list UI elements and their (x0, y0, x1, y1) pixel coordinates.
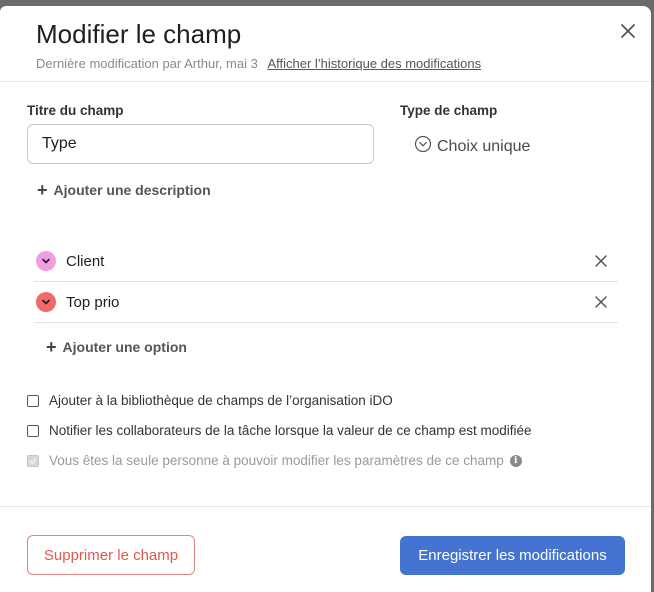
chevron-down-icon[interactable] (36, 251, 56, 271)
library-checkbox[interactable] (27, 394, 39, 407)
field-title-input[interactable] (27, 124, 374, 164)
option-label: Top prio (66, 293, 120, 311)
chevron-down-icon[interactable] (36, 292, 56, 312)
save-changes-button[interactable]: Enregistrer les modifications (400, 536, 625, 575)
last-modified-text: Dernière modification par Arthur, mai 3 (36, 56, 258, 71)
field-type-label: Type de champ (400, 103, 498, 118)
add-description-button[interactable]: + Ajouter une description (37, 181, 211, 199)
notify-checkbox[interactable] (27, 424, 39, 437)
history-link[interactable]: Afficher l’historique des modifications (267, 56, 481, 71)
options-list: Client Top prio (34, 241, 618, 323)
only-you-checkbox-row: Vous êtes la seule personne à pouvoir mo… (27, 453, 522, 468)
delete-field-button[interactable]: Supprimer le champ (27, 535, 195, 575)
add-option-label: Ajouter une option (62, 339, 187, 355)
option-row-client: Client (34, 241, 618, 282)
close-icon[interactable] (594, 295, 608, 309)
edit-field-dialog: Modifier le champ Dernière modification … (0, 6, 651, 592)
only-you-checkbox-label: Vous êtes la seule personne à pouvoir mo… (49, 453, 504, 468)
plus-icon: + (46, 337, 57, 357)
plus-icon: + (37, 180, 48, 200)
notify-checkbox-row: Notifier les collaborateurs de la tâche … (27, 423, 532, 438)
field-type-value: Choix unique (437, 137, 531, 155)
dialog-header: Modifier le champ Dernière modification … (0, 6, 651, 82)
info-icon[interactable]: i (509, 454, 522, 467)
only-you-checkbox (27, 454, 39, 467)
add-description-label: Ajouter une description (53, 182, 211, 198)
dialog-subtitle: Dernière modification par Arthur, mai 3 … (36, 56, 481, 71)
add-option-button[interactable]: + Ajouter une option (46, 338, 187, 356)
library-checkbox-label: Ajouter à la bibliothèque de champs de l… (49, 393, 393, 408)
close-icon[interactable] (594, 254, 608, 268)
close-icon[interactable] (617, 20, 639, 42)
field-type-select[interactable]: Choix unique (414, 135, 530, 158)
field-title-label: Titre du champ (27, 103, 124, 118)
notify-checkbox-label: Notifier les collaborateurs de la tâche … (49, 423, 532, 438)
option-row-top-prio: Top prio (34, 282, 618, 323)
footer-divider (0, 506, 651, 507)
chevron-circle-icon (414, 135, 432, 158)
option-label: Client (66, 252, 105, 270)
library-checkbox-row: Ajouter à la bibliothèque de champs de l… (27, 393, 393, 408)
dialog-title: Modifier le champ (36, 19, 242, 49)
